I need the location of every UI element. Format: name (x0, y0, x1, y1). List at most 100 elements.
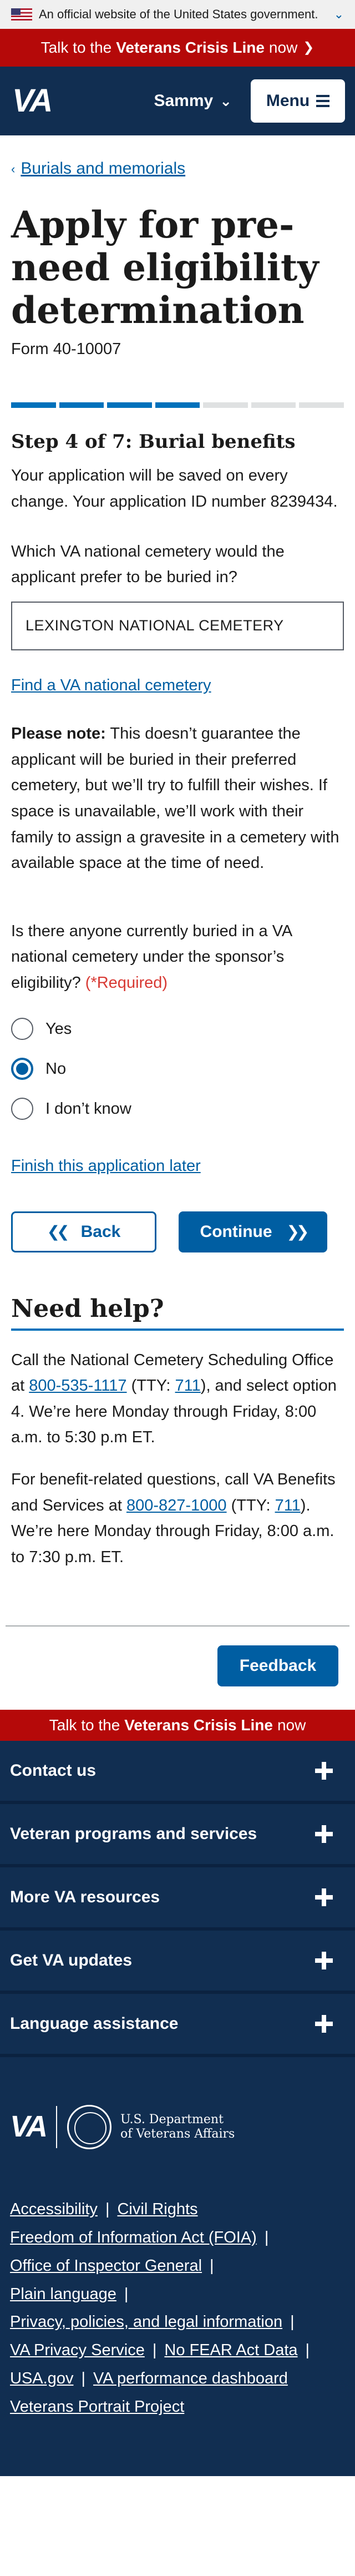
footer-link-portrait[interactable]: Veterans Portrait Project (10, 2393, 184, 2421)
scheduling-phone-link[interactable]: 800-535-1117 (29, 1377, 126, 1395)
note-label: Please note: (11, 724, 106, 743)
official-gov-banner[interactable]: An official website of the United States… (0, 0, 355, 29)
save-note: Your application will be saved on every … (11, 467, 338, 511)
dept-line-2: of Veterans Affairs (120, 2127, 235, 2141)
radio-button[interactable] (11, 1018, 33, 1040)
need-help-heading: Need help? (11, 1295, 344, 1331)
crisis-suffix: now (268, 39, 298, 57)
form-nav-buttons: ❮❮ Back Continue ❯❯ (11, 1211, 344, 1253)
crisis-suffix: now (277, 1716, 306, 1734)
crisis-bold: Veterans Crisis Line (124, 1716, 273, 1734)
footer-link-usa-gov[interactable]: USA.gov (10, 2365, 73, 2393)
link-separator: | (124, 2285, 129, 2303)
radio-button[interactable] (11, 1098, 33, 1120)
gov-banner-text: An official website of the United States… (39, 7, 318, 22)
menu-button[interactable]: Menu (251, 79, 345, 123)
link-separator: | (305, 2341, 310, 2360)
va-logo[interactable]: VA (12, 75, 53, 127)
link-separator: | (290, 2313, 295, 2331)
progress-bar (11, 402, 344, 408)
tty-link[interactable]: 711 (275, 1497, 301, 1514)
required-label: (*Required) (85, 973, 168, 992)
cemetery-question: Which VA national cemetery would the app… (11, 543, 285, 587)
breadcrumb-link[interactable]: Burials and memorials (21, 159, 185, 178)
benefits-phone-link[interactable]: 800-827-1000 (126, 1497, 227, 1514)
radio-button[interactable] (11, 1058, 33, 1080)
footer-links: Accessibility | Civil Rights Freedom of In… (0, 2151, 355, 2476)
crisis-prefix: Talk to the (40, 39, 112, 57)
footer-accordion-item[interactable]: More VA resources (0, 1867, 355, 1931)
footer-accordion-item[interactable]: Veteran programs and services (0, 1804, 355, 1868)
accordion-label: More VA resources (10, 1887, 160, 1906)
plus-icon (315, 1952, 333, 1970)
user-name: Sammy (154, 91, 214, 110)
progress-segment (251, 402, 296, 408)
need-help-p2-tty-label: (TTY: (226, 1496, 275, 1514)
link-separator: | (81, 2369, 85, 2387)
accordion-label: Language assistance (10, 2014, 179, 2033)
footer-link-foia[interactable]: Freedom of Information Act (FOIA) (10, 2224, 257, 2252)
crisis-bold: Veterans Crisis Line (116, 39, 265, 57)
footer-accordion-item[interactable]: Get VA updates (0, 1931, 355, 1994)
tty-link[interactable]: 711 (175, 1377, 201, 1395)
back-button[interactable]: ❮❮ Back (11, 1211, 156, 1253)
progress-segment (155, 402, 200, 408)
back-label: Back (80, 1222, 121, 1241)
need-help-p1-tty-label: (TTY: (126, 1377, 175, 1395)
footer-link-accessibility[interactable]: Accessibility (10, 2195, 98, 2224)
footer-crisis-line[interactable]: Talk to the Veterans Crisis Line now (0, 1710, 355, 1741)
link-separator: | (105, 2200, 110, 2219)
site-footer: Contact us Veteran programs and services M… (0, 1741, 355, 2477)
department-name: U.S. Department of Veterans Affairs (120, 2113, 235, 2141)
footer-accordion: Contact us Veteran programs and services M… (0, 1741, 355, 2058)
crisis-line-banner[interactable]: Talk to the Veterans Crisis Line now ❯ (0, 29, 355, 67)
footer-link-privacy-service[interactable]: VA Privacy Service (10, 2336, 145, 2365)
radio-option[interactable]: I don’t know (11, 1089, 344, 1129)
progress-segment (59, 402, 104, 408)
link-separator: | (264, 2229, 269, 2247)
accordion-label: Contact us (10, 1761, 97, 1780)
footer-brand: VA U.S. Department of Veterans Affairs (0, 2057, 355, 2151)
please-note: Please note: This doesn’t guarantee the … (11, 721, 344, 876)
progress-segment (203, 402, 248, 408)
footer-link-oig[interactable]: Office of Inspector General (10, 2252, 202, 2280)
hamburger-icon (316, 95, 330, 107)
progress-segment (107, 402, 152, 408)
radio-label: No (45, 1059, 67, 1078)
footer-link-civil-rights[interactable]: Civil Rights (117, 2195, 197, 2224)
page-title: Apply for pre-need eligibility determina… (11, 203, 319, 332)
form-number: Form 40-10007 (11, 340, 121, 358)
radio-label: I don’t know (45, 1099, 131, 1118)
need-help-section: Need help? Call the National Cemetery Sc… (11, 1295, 344, 1570)
footer-link-dashboard[interactable]: VA performance dashboard (93, 2365, 288, 2393)
finish-later-link[interactable]: Finish this application later (11, 1153, 344, 1179)
continue-button[interactable]: Continue ❯❯ (179, 1211, 327, 1253)
footer-va-logo[interactable]: VA (10, 2103, 48, 2151)
step-title: Step 4 of 7: Burial benefits (11, 431, 296, 453)
feedback-row: Feedback (0, 1645, 355, 1687)
radio-group: Yes No I don’t know (11, 1009, 344, 1129)
find-cemetery-link[interactable]: Find a VA national cemetery (11, 673, 344, 699)
cemetery-input[interactable]: LEXINGTON NATIONAL CEMETERY (11, 601, 344, 650)
need-help-p1: Call the National Cemetery Scheduling Of… (11, 1347, 344, 1451)
buried-question: Is there anyone currently buried in a VA… (11, 918, 344, 996)
breadcrumb[interactable]: ‹ Burials and memorials (11, 155, 344, 183)
main-content: ‹ Burials and memorials Apply for pre-nee… (0, 155, 355, 1570)
radio-option[interactable]: No (11, 1049, 344, 1089)
radio-option[interactable]: Yes (11, 1009, 344, 1049)
plus-icon (315, 1762, 333, 1780)
footer-accordion-item[interactable]: Contact us (0, 1741, 355, 1805)
chevron-left-icon: ‹ (11, 162, 16, 176)
radio-label: Yes (45, 1019, 72, 1038)
footer-link-plain-language[interactable]: Plain language (10, 2280, 116, 2309)
menu-label: Menu (266, 91, 310, 110)
note-text: This doesn’t guarantee the applicant wil… (11, 724, 339, 872)
footer-accordion-item[interactable]: Language assistance (0, 1994, 355, 2058)
feedback-button[interactable]: Feedback (217, 1645, 338, 1687)
footer-link-privacy[interactable]: Privacy, policies, and legal information (10, 2308, 282, 2336)
double-chevron-left-icon: ❮❮ (47, 1223, 70, 1241)
chevron-down-icon[interactable]: ⌄ (334, 4, 344, 24)
user-menu-button[interactable]: Sammy ⌄ (154, 88, 232, 115)
progress-segment (299, 402, 344, 408)
footer-link-no-fear[interactable]: No FEAR Act Data (164, 2336, 297, 2365)
